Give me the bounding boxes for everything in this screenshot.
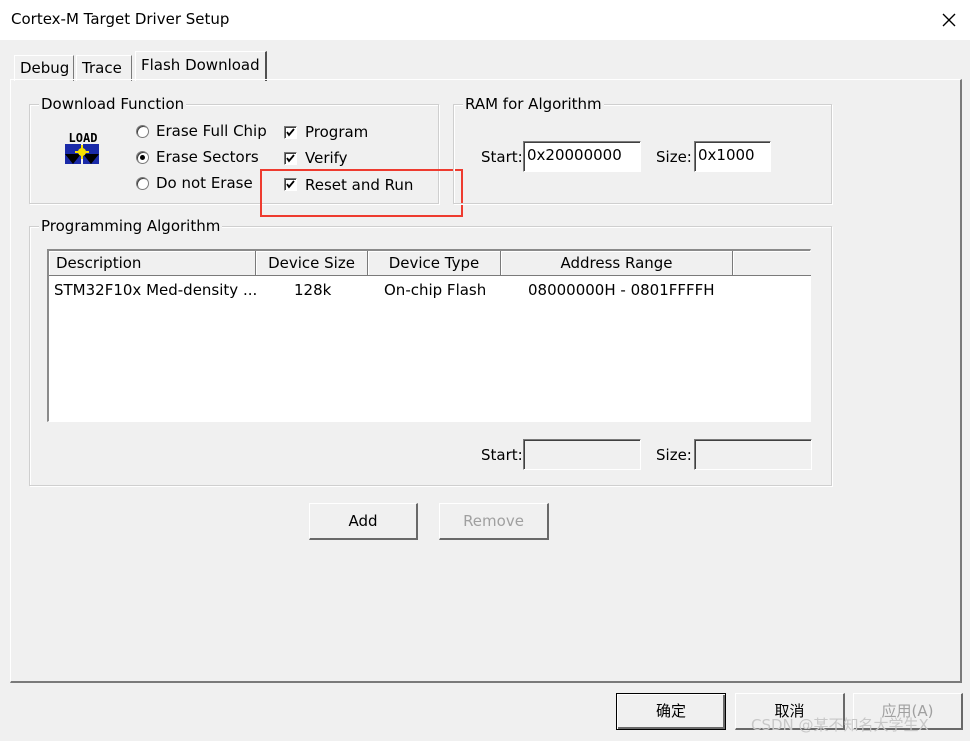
tab-flash-download[interactable]: Flash Download bbox=[135, 51, 267, 81]
tab-label: Debug bbox=[20, 59, 70, 77]
algo-start-label: Start: bbox=[481, 446, 523, 464]
group-title: RAM for Algorithm bbox=[463, 94, 604, 114]
column-label: Address Range bbox=[560, 254, 673, 272]
tab-label: Trace bbox=[82, 59, 122, 77]
ram-start-field[interactable]: 0x20000000 bbox=[523, 141, 641, 172]
algo-size-label: Size: bbox=[656, 446, 692, 464]
checkmark-icon bbox=[286, 128, 295, 137]
add-button[interactable]: Add bbox=[309, 503, 418, 540]
cell-address-range: 08000000H - 0801FFFFH bbox=[528, 281, 715, 299]
ram-size-field[interactable]: 0x1000 bbox=[694, 141, 771, 172]
svg-text:LOAD: LOAD bbox=[69, 131, 98, 145]
erase-sectors-label: Erase Sectors bbox=[156, 148, 259, 166]
load-icon: LOAD bbox=[62, 128, 104, 170]
tab-label: Flash Download bbox=[141, 56, 260, 74]
program-label: Program bbox=[305, 123, 369, 141]
column-header-address-range[interactable]: Address Range bbox=[501, 251, 733, 276]
verify-checkbox[interactable] bbox=[284, 152, 297, 165]
erase-sectors-radio[interactable] bbox=[136, 151, 149, 164]
ram-size-label: Size: bbox=[656, 148, 692, 166]
column-label: Description bbox=[56, 254, 142, 272]
column-header-filler bbox=[733, 251, 811, 276]
cell-description: STM32F10x Med-density ... bbox=[54, 281, 258, 299]
close-icon bbox=[942, 13, 956, 27]
column-header-device-size[interactable]: Device Size bbox=[256, 251, 368, 276]
algorithm-list[interactable]: Description Device Size Device Type Addr… bbox=[47, 249, 811, 422]
checkmark-icon bbox=[286, 154, 295, 163]
do-not-erase-radio[interactable] bbox=[136, 177, 149, 190]
watermark: CSDN @某不知名大学生X bbox=[751, 716, 929, 734]
list-header: Description Device Size Device Type Addr… bbox=[49, 251, 811, 276]
group-title: Download Function bbox=[39, 94, 187, 114]
column-label: Device Size bbox=[268, 254, 355, 272]
column-header-description[interactable]: Description bbox=[49, 251, 256, 276]
tab-trace[interactable]: Trace bbox=[76, 55, 132, 81]
highlight-box bbox=[260, 169, 463, 217]
do-not-erase-label: Do not Erase bbox=[156, 174, 253, 192]
cell-device-size: 128k bbox=[294, 281, 332, 299]
ok-button[interactable]: 确定 bbox=[616, 693, 726, 730]
remove-button[interactable]: Remove bbox=[439, 503, 549, 540]
radio-selected-dot bbox=[140, 155, 145, 160]
ram-start-label: Start: bbox=[481, 148, 523, 166]
column-header-device-type[interactable]: Device Type bbox=[368, 251, 501, 276]
cell-device-type: On-chip Flash bbox=[384, 281, 487, 299]
erase-full-chip-radio[interactable] bbox=[136, 125, 149, 138]
window-title: Cortex-M Target Driver Setup bbox=[11, 10, 230, 28]
program-checkbox[interactable] bbox=[284, 126, 297, 139]
column-label: Device Type bbox=[388, 254, 480, 272]
tab-debug[interactable]: Debug bbox=[14, 55, 74, 81]
algo-size-field[interactable] bbox=[694, 439, 812, 470]
erase-full-chip-label: Erase Full Chip bbox=[156, 122, 267, 140]
group-title: Programming Algorithm bbox=[39, 216, 223, 236]
close-button[interactable] bbox=[934, 6, 964, 34]
verify-label: Verify bbox=[305, 149, 348, 167]
title-bar: Cortex-M Target Driver Setup bbox=[0, 0, 970, 40]
algo-start-field[interactable] bbox=[523, 439, 641, 470]
